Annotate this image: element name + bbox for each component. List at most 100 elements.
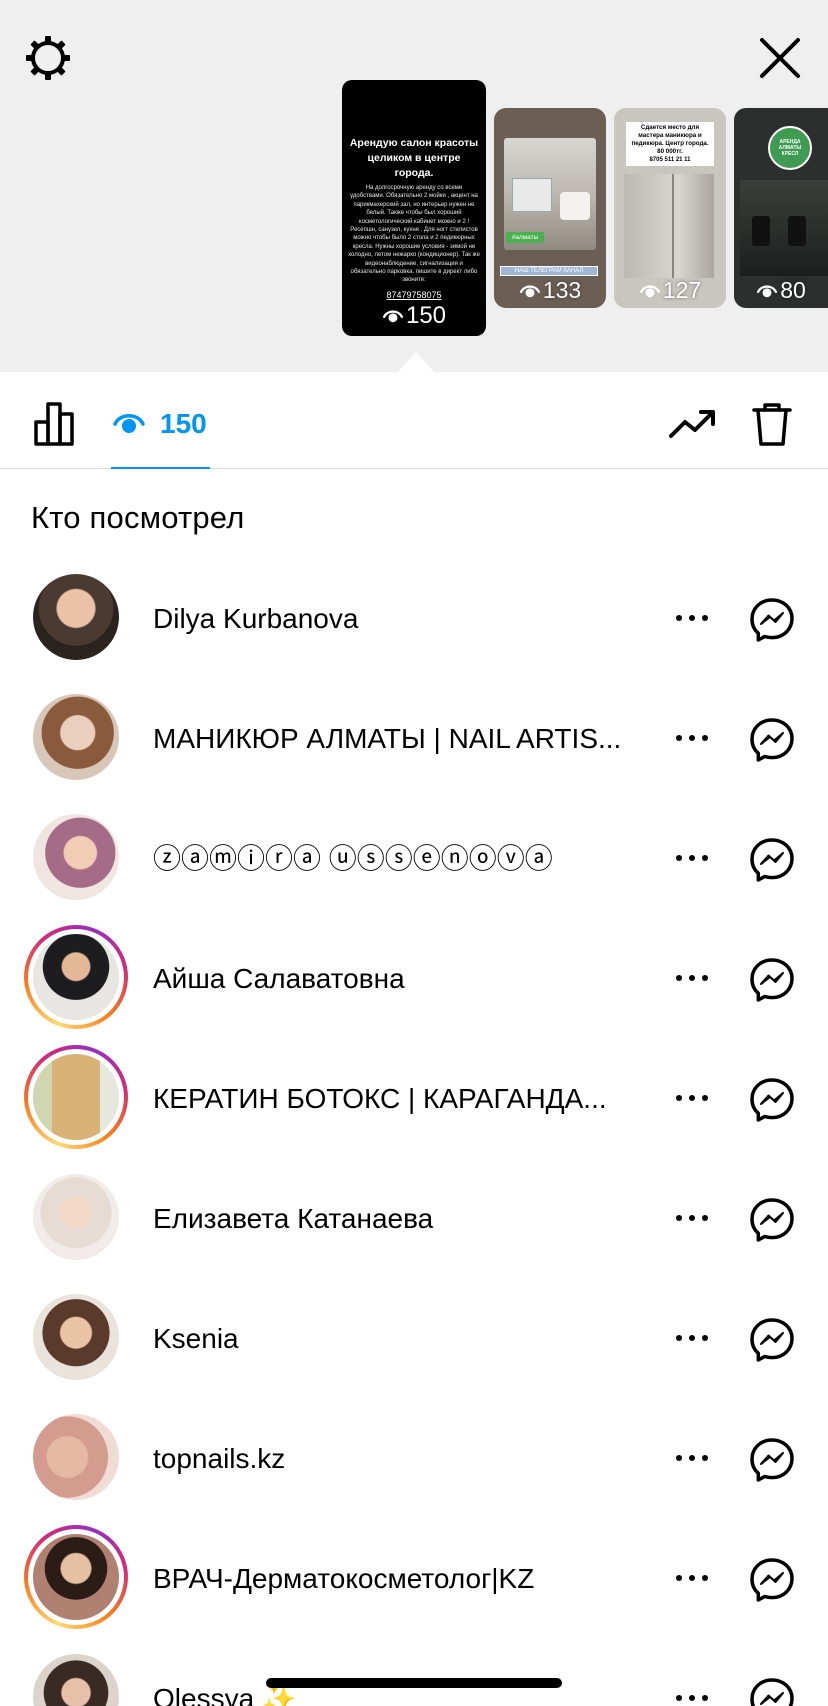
viewer-name[interactable]: ⓩⓐⓜⓘⓡⓐ ⓤⓢⓢⓔⓝⓞⓥⓐ (153, 842, 645, 876)
viewer-name[interactable]: Айша Салаватовна (153, 962, 645, 996)
viewer-row[interactable]: Айша Салаватовна (0, 920, 828, 1040)
viewer-name[interactable]: topnails.kz (153, 1442, 645, 1476)
story-view-count: 80 (734, 277, 828, 304)
insights-tab-bar: 150 (0, 372, 828, 469)
story-view-count: 150 (342, 302, 486, 330)
eye-icon (382, 310, 404, 323)
viewer-name[interactable]: Dilya Kurbanova (153, 602, 645, 636)
avatar[interactable] (33, 694, 119, 780)
story-thumbnail[interactable]: #алматы НАШ ТЕЛЕГРАМ КАНАЛ 133 (494, 108, 606, 308)
bar-chart-icon[interactable] (32, 400, 80, 448)
story-body: На долгосрочную аренду со всеми удобства… (348, 185, 480, 284)
close-icon[interactable] (752, 30, 808, 86)
avatar-image (33, 574, 119, 660)
messenger-icon[interactable] (748, 1556, 796, 1604)
story-phone: 87479758075 (386, 289, 442, 300)
avatar-image (33, 694, 119, 780)
viewer-name[interactable]: Ksenia (153, 1322, 645, 1356)
more-options-icon[interactable] (672, 1076, 712, 1120)
story-views-value: 127 (662, 277, 702, 303)
avatar-image (28, 1529, 124, 1625)
avatar-image (33, 814, 119, 900)
messenger-icon[interactable] (748, 596, 796, 644)
viewer-name[interactable]: Елизавета Катанаева (153, 1202, 645, 1236)
avatar-with-story-ring[interactable] (24, 925, 128, 1029)
story-note-text: Сдается место для мастера маникюра и пед… (631, 124, 709, 155)
story-view-count: 133 (494, 277, 606, 304)
story-hashtag: #алматы (506, 232, 544, 243)
story-views-value: 150 (405, 302, 447, 329)
story-strip: Арендую салон красоты целиком в центре г… (0, 0, 828, 374)
tab-viewers[interactable]: 150 (112, 400, 207, 448)
viewer-row[interactable]: ВРАЧ-Дерматокосметолог|KZ (0, 1520, 828, 1640)
avatar-image (33, 1654, 119, 1706)
trending-up-icon[interactable] (668, 402, 716, 446)
eye-icon (519, 285, 540, 298)
story-views-value: 133 (542, 277, 582, 303)
messenger-icon[interactable] (748, 1196, 796, 1244)
more-options-icon[interactable] (672, 956, 712, 1000)
more-options-icon[interactable] (672, 836, 712, 880)
story-badge: АРЕНДА АЛМАТЫ КРЕСЛ (768, 126, 812, 170)
avatar-with-story-ring[interactable] (24, 1045, 128, 1149)
eye-icon (639, 285, 660, 298)
messenger-icon[interactable] (748, 1676, 796, 1706)
viewer-row[interactable]: Ksenia (0, 1280, 828, 1400)
story-note: Сдается место для мастера маникюра и пед… (626, 122, 714, 166)
more-options-icon[interactable] (672, 1196, 712, 1240)
avatar[interactable] (33, 1294, 119, 1380)
messenger-icon[interactable] (748, 836, 796, 884)
gear-icon[interactable] (20, 30, 76, 86)
avatar-image (28, 1049, 124, 1145)
avatar[interactable] (33, 1174, 119, 1260)
avatar[interactable] (33, 1414, 119, 1500)
messenger-icon[interactable] (748, 1076, 796, 1124)
trash-icon[interactable] (748, 400, 796, 448)
story-title: Арендую салон красоты целиком в центре г… (349, 137, 479, 179)
story-thumbnail-selected[interactable]: Арендую салон красоты целиком в центре г… (342, 80, 486, 336)
story-link-sticker: НАШ ТЕЛЕГРАМ КАНАЛ (500, 266, 598, 276)
story-photo (740, 180, 828, 276)
avatar[interactable] (33, 1654, 119, 1706)
avatar[interactable] (33, 574, 119, 660)
messenger-icon[interactable] (748, 956, 796, 1004)
story-note-phone: 8705 511 21 11 (649, 157, 691, 163)
avatar-image (33, 1294, 119, 1380)
eye-icon (113, 414, 145, 433)
more-options-icon[interactable] (672, 1676, 712, 1706)
story-views-value: 80 (780, 277, 806, 303)
messenger-icon[interactable] (748, 716, 796, 764)
viewer-row[interactable]: Dilya Kurbanova (0, 560, 828, 680)
viewer-name[interactable]: МАНИКЮР АЛМАТЫ | NAIL ARTIS... (153, 722, 645, 756)
viewer-name[interactable]: ВРАЧ-Дерматокосметолог|KZ (153, 1562, 645, 1596)
viewer-list: Dilya Kurbanova МАНИКЮР АЛМАТЫ | NAIL ART… (0, 560, 828, 1706)
avatar-image (33, 1174, 119, 1260)
avatar-image (28, 929, 124, 1025)
viewer-row[interactable]: КЕРАТИН БОТОКС | КАРАГАНДА... (0, 1040, 828, 1160)
more-options-icon[interactable] (672, 1556, 712, 1600)
views-count: 150 (160, 408, 207, 439)
more-options-icon[interactable] (672, 716, 712, 760)
avatar[interactable] (33, 814, 119, 900)
story-photo (624, 174, 714, 278)
story-thumbnail[interactable]: АРЕНДА АЛМАТЫ КРЕСЛ 80 (734, 108, 828, 308)
more-options-icon[interactable] (672, 596, 712, 640)
eye-icon (757, 285, 778, 298)
more-options-icon[interactable] (672, 1316, 712, 1360)
story-view-count: 127 (614, 277, 726, 304)
more-options-icon[interactable] (672, 1436, 712, 1480)
viewer-row[interactable]: Olessya ✨ (0, 1640, 828, 1706)
messenger-icon[interactable] (748, 1436, 796, 1484)
active-tab-indicator (111, 467, 210, 469)
avatar-with-story-ring[interactable] (24, 1525, 128, 1629)
viewer-row[interactable]: Елизавета Катанаева (0, 1160, 828, 1280)
viewer-row[interactable]: МАНИКЮР АЛМАТЫ | NAIL ARTIS... (0, 680, 828, 800)
viewer-name[interactable]: КЕРАТИН БОТОКС | КАРАГАНДА... (153, 1082, 645, 1116)
avatar-image (33, 1414, 119, 1500)
messenger-icon[interactable] (748, 1316, 796, 1364)
viewer-row[interactable]: topnails.kz (0, 1400, 828, 1520)
story-thumbnail[interactable]: Сдается место для мастера маникюра и пед… (614, 108, 726, 308)
selected-story-caret (396, 352, 436, 374)
viewer-row[interactable]: ⓩⓐⓜⓘⓡⓐ ⓤⓢⓢⓔⓝⓞⓥⓐ (0, 800, 828, 920)
section-title: Кто посмотрел (31, 500, 245, 535)
